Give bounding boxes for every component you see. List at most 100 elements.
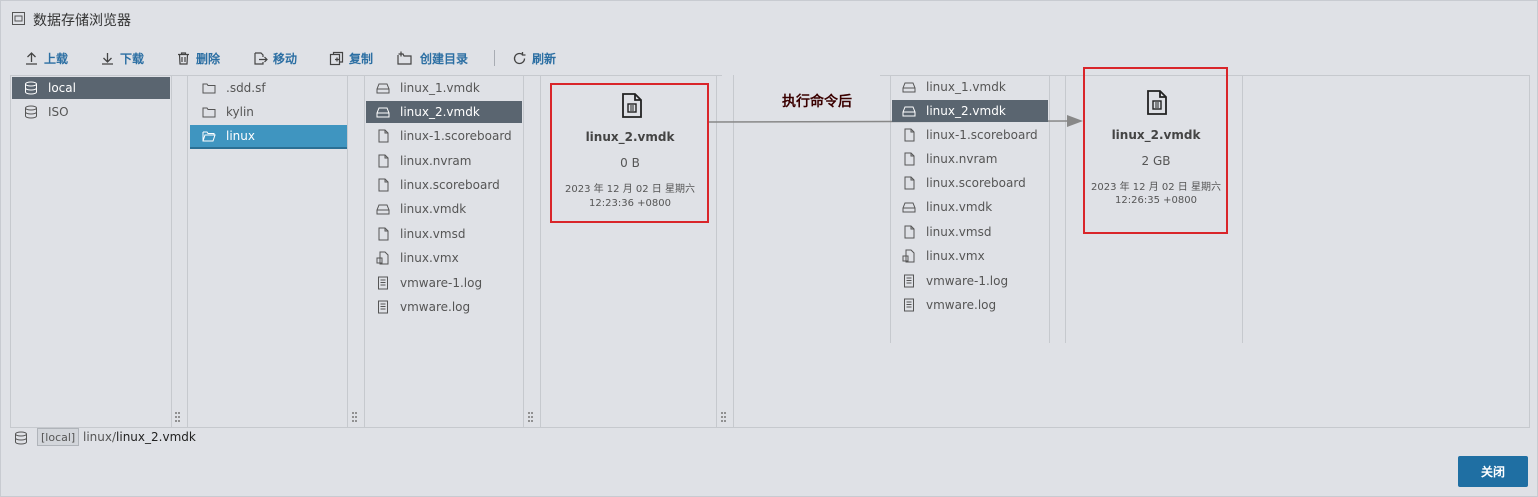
disk-icon xyxy=(902,82,916,93)
pane-divider-2b xyxy=(364,75,365,427)
download-button[interactable]: 下载 xyxy=(100,49,144,67)
log-file-icon xyxy=(904,274,914,288)
disk-icon xyxy=(902,106,916,117)
datastore-item-iso[interactable]: ISO xyxy=(12,101,170,123)
delete-button[interactable]: 删除 xyxy=(176,49,220,67)
pane-bottom-border xyxy=(10,427,1530,428)
file-label: linux_2.vmdk xyxy=(400,105,480,119)
file-icon xyxy=(904,128,915,142)
vm-config-icon xyxy=(376,251,389,265)
file-item[interactable]: vmware-1.log xyxy=(366,272,522,294)
trash-icon xyxy=(178,51,189,65)
pane-border xyxy=(10,75,11,427)
move-button[interactable]: 移动 xyxy=(253,49,297,67)
overlay-pane-right xyxy=(1242,75,1243,343)
file-item[interactable]: linux_1.vmdk xyxy=(892,76,1048,98)
file-label: vmware.log xyxy=(926,298,997,312)
create-directory-label: 创建目录 xyxy=(420,51,469,66)
datastore-item-local[interactable]: local xyxy=(12,77,170,99)
file-label: linux.scoreboard xyxy=(400,178,500,192)
file-label: linux.vmdk xyxy=(926,200,993,214)
download-icon xyxy=(102,52,113,65)
file-label: linux.vmx xyxy=(926,249,985,263)
folder-icon xyxy=(202,83,216,94)
file-item[interactable]: linux.vmsd xyxy=(892,221,1048,243)
file-item[interactable]: linux.vmdk xyxy=(892,196,1048,218)
pane-divider-3[interactable] xyxy=(523,75,524,427)
folder-item[interactable]: kylin xyxy=(190,101,347,123)
file-label: vmware.log xyxy=(400,300,471,314)
disk-icon xyxy=(376,204,390,215)
highlight-box-after xyxy=(1083,67,1228,234)
resize-grip-icon[interactable] xyxy=(720,411,727,423)
move-label: 移动 xyxy=(273,51,298,66)
file-label: vmware-1.log xyxy=(926,274,1009,288)
datastore-icon xyxy=(15,431,27,445)
log-file-icon xyxy=(378,300,388,314)
refresh-button[interactable]: 刷新 xyxy=(512,49,556,67)
file-item[interactable]: linux.vmx xyxy=(892,245,1048,267)
file-item[interactable]: linux.vmdk xyxy=(366,198,522,220)
file-item[interactable]: vmware.log xyxy=(366,296,522,318)
file-item[interactable]: linux.nvram xyxy=(366,150,522,172)
folder-label: .sdd.sf xyxy=(226,81,266,95)
pane-divider-2[interactable] xyxy=(347,75,348,427)
log-file-icon xyxy=(378,276,388,290)
resize-grip-icon[interactable] xyxy=(351,411,358,423)
create-directory-button[interactable]: 创建目录 xyxy=(397,49,468,67)
datastore-browser-icon xyxy=(12,12,25,25)
file-icon xyxy=(378,227,389,241)
disk-icon xyxy=(376,83,390,94)
file-label: linux.vmdk xyxy=(400,202,467,216)
copy-label: 复制 xyxy=(349,51,374,66)
file-item[interactable]: linux.nvram xyxy=(892,148,1048,170)
file-icon xyxy=(378,178,389,192)
folder-item[interactable]: .sdd.sf xyxy=(190,77,347,99)
upload-label: 上载 xyxy=(44,51,69,66)
annotation-label: 执行命令后 xyxy=(782,94,852,110)
file-label: linux.vmsd xyxy=(926,225,992,239)
toolbar-separator xyxy=(494,50,495,66)
vm-config-icon xyxy=(902,249,915,263)
file-item[interactable]: linux.scoreboard xyxy=(366,174,522,196)
file-item[interactable]: linux-1.scoreboard xyxy=(366,125,522,147)
file-item-selected[interactable]: linux_2.vmdk xyxy=(366,101,522,123)
copy-icon xyxy=(329,51,344,65)
file-item[interactable]: linux.scoreboard xyxy=(892,172,1048,194)
download-label: 下载 xyxy=(120,51,145,66)
resize-grip-icon[interactable] xyxy=(527,411,534,423)
resize-grip-icon[interactable] xyxy=(174,411,181,423)
file-label: linux_2.vmdk xyxy=(926,104,1006,118)
file-icon xyxy=(378,154,389,168)
file-icon xyxy=(904,152,915,166)
file-icon xyxy=(904,176,915,190)
file-item[interactable]: linux.vmx xyxy=(366,247,522,269)
file-label: linux.scoreboard xyxy=(926,176,1026,190)
close-button[interactable]: 关闭 xyxy=(1458,456,1528,487)
copy-button[interactable]: 复制 xyxy=(329,49,373,67)
folder-label: kylin xyxy=(226,105,254,119)
path-file: linux_2.vmdk xyxy=(116,430,196,444)
file-item[interactable]: linux_1.vmdk xyxy=(366,77,522,99)
refresh-icon xyxy=(513,51,526,64)
file-item[interactable]: vmware.log xyxy=(892,294,1048,316)
file-label: linux-1.scoreboard xyxy=(926,128,1038,142)
file-item[interactable]: linux.vmsd xyxy=(366,223,522,245)
delete-label: 删除 xyxy=(196,51,221,66)
disk-icon xyxy=(902,202,916,213)
datastore-tag: [local] xyxy=(37,428,80,446)
window-title: 数据存储浏览器 xyxy=(33,13,131,29)
file-item[interactable]: linux-1.scoreboard xyxy=(892,124,1048,146)
datastore-icon xyxy=(25,105,37,119)
file-label: linux.vmsd xyxy=(400,227,466,241)
pane-divider-1b xyxy=(187,75,188,427)
pane-divider-1[interactable] xyxy=(171,75,172,427)
file-label: linux-1.scoreboard xyxy=(400,129,512,143)
upload-button[interactable]: 上载 xyxy=(24,49,68,67)
file-item-selected[interactable]: linux_2.vmdk xyxy=(892,100,1048,122)
file-label: linux_1.vmdk xyxy=(926,80,1006,94)
upload-icon xyxy=(26,51,37,65)
folder-item-selected[interactable]: linux xyxy=(190,125,347,149)
file-item[interactable]: vmware-1.log xyxy=(892,270,1048,292)
new-folder-icon xyxy=(397,51,412,65)
